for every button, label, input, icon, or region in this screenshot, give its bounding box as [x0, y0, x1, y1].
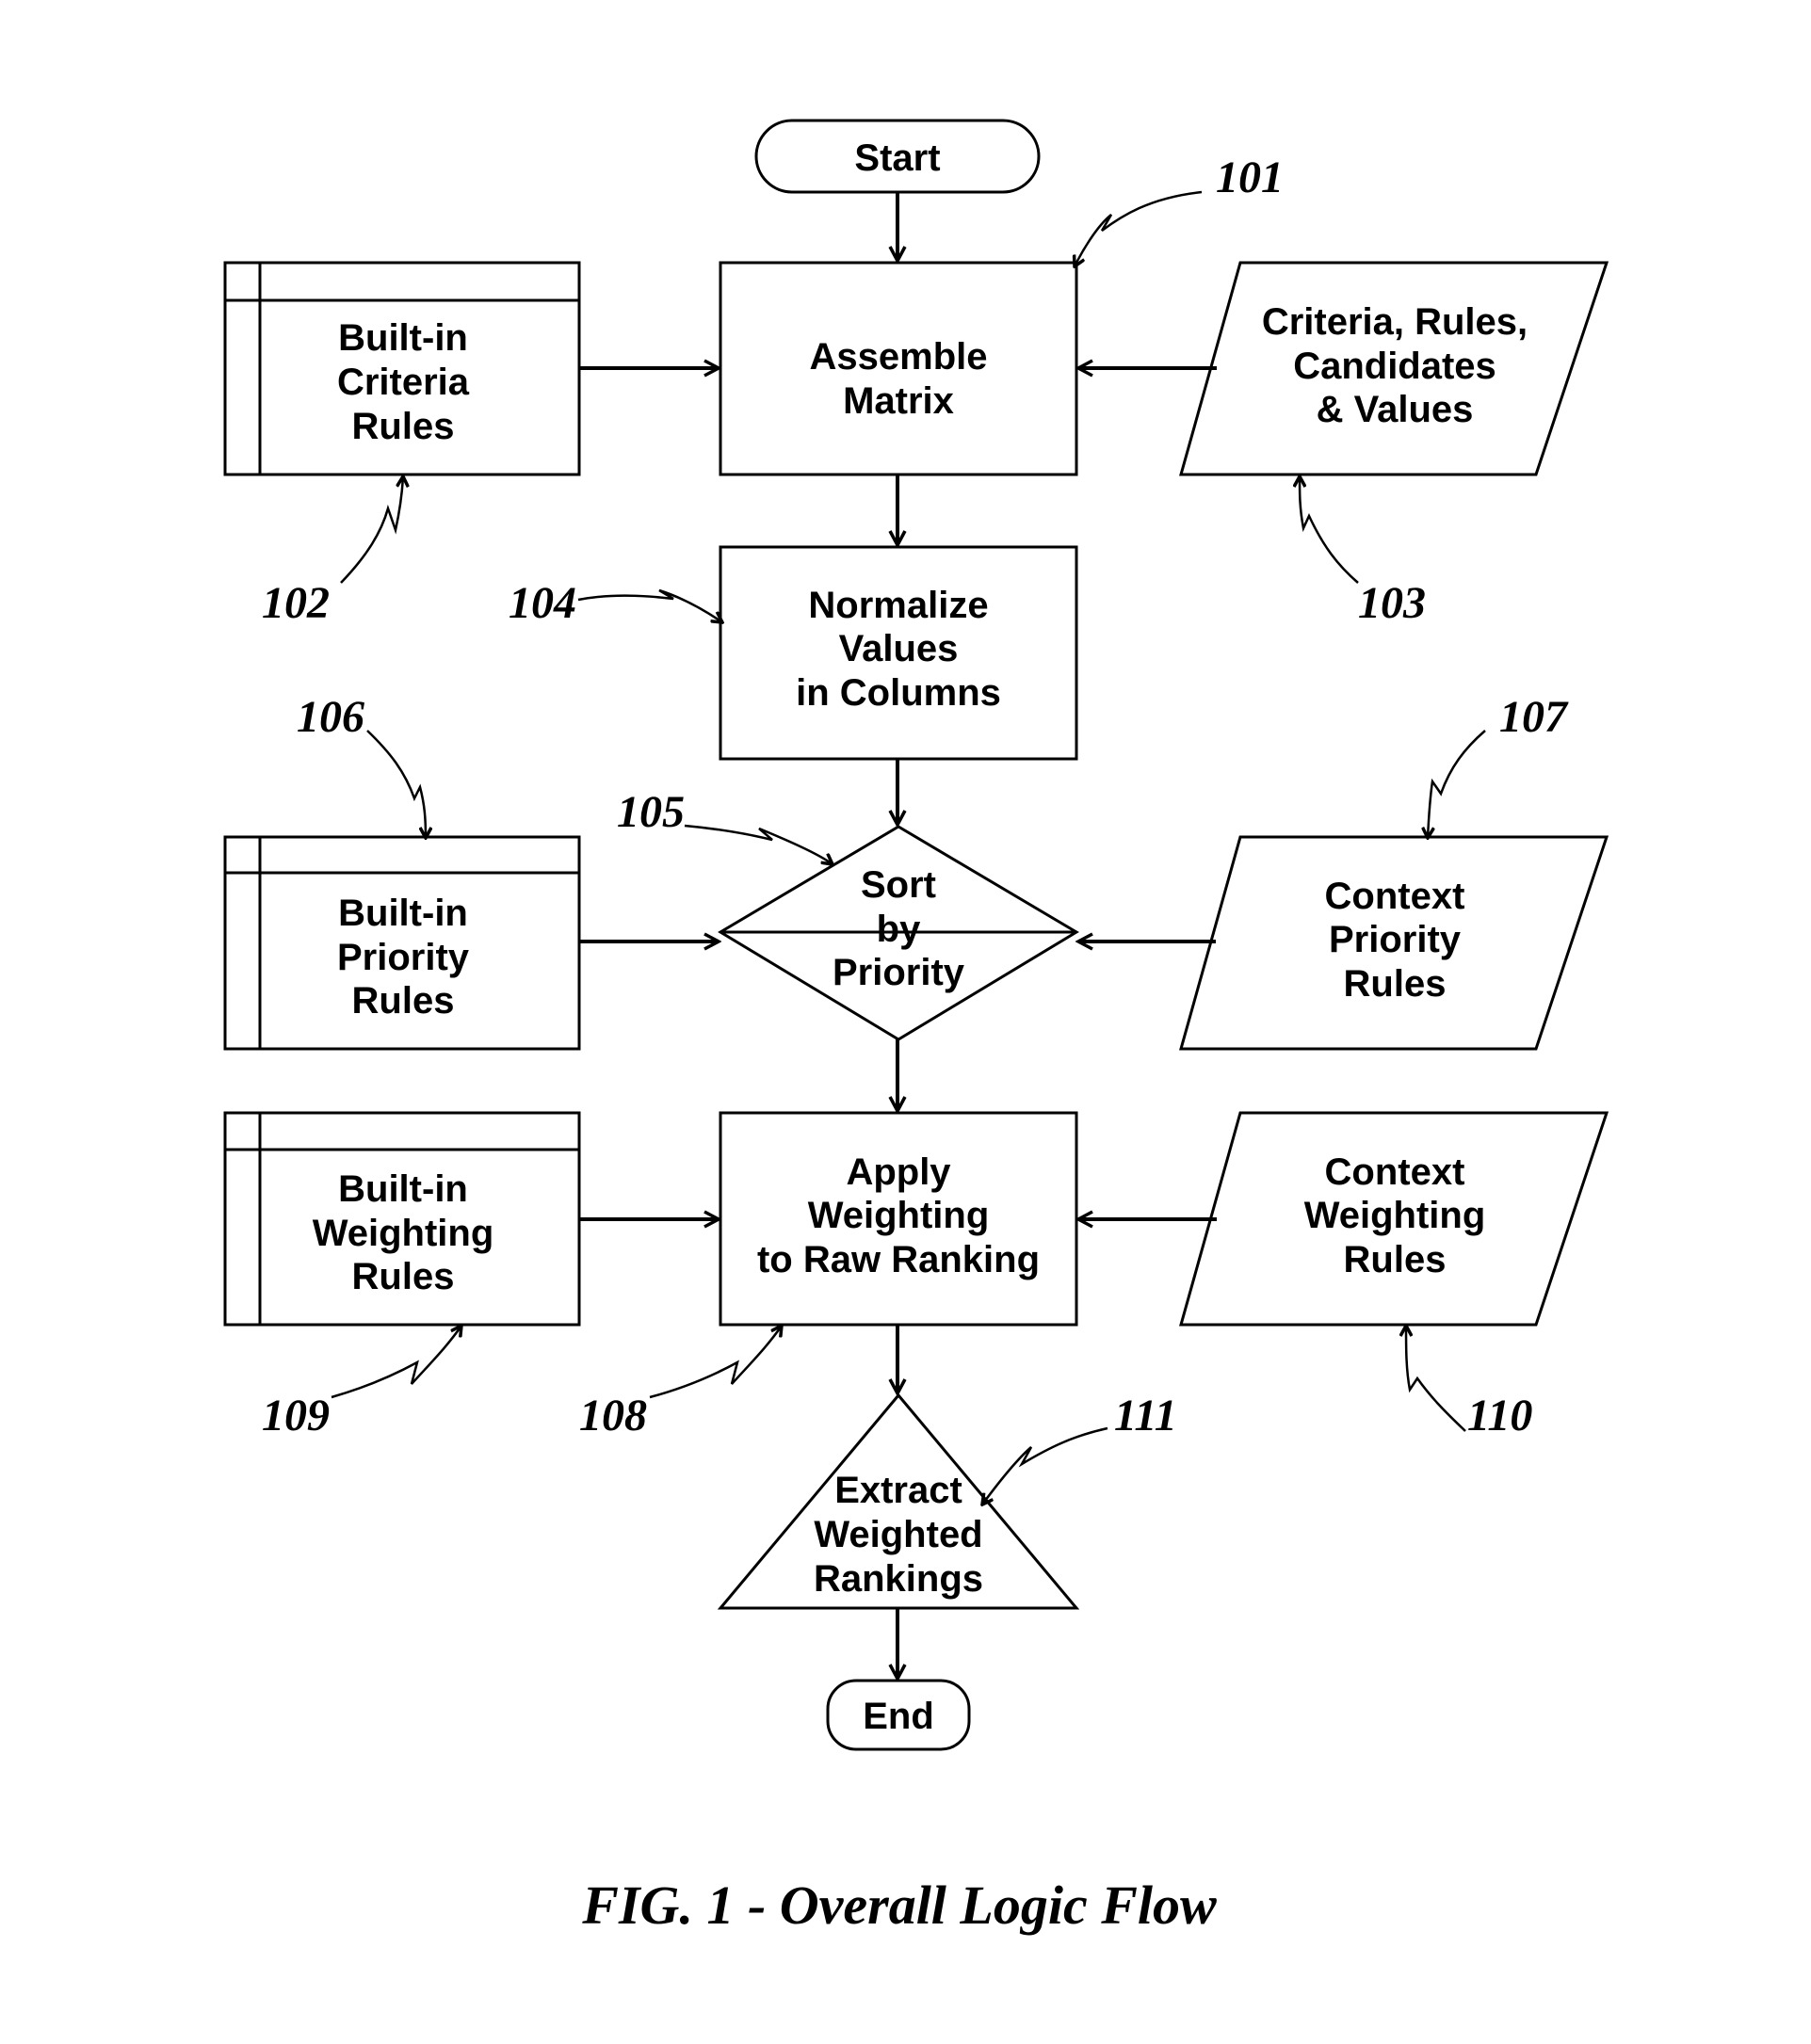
figure-caption: FIG. 1 - Overall Logic Flow: [581, 1875, 1217, 1936]
assemble-matrix-label-line2: Matrix: [843, 380, 954, 422]
builtin-priority-label-line1: Built-in: [338, 893, 468, 934]
builtin-weighting-label-line2: Weighting: [313, 1213, 494, 1254]
apply-weighting-label-line1: Apply: [846, 1151, 951, 1193]
apply-weighting-process: Apply Weighting to Raw Ranking: [719, 1111, 1078, 1327]
criteria-input-data: Criteria, Rules, Candidates & Values: [1179, 261, 1609, 476]
builtin-weighting-label-line3: Rules: [352, 1256, 455, 1297]
leader-108: [649, 1326, 782, 1399]
builtin-criteria-label-line2: Criteria: [337, 362, 470, 403]
extract-label-line3: Rankings: [814, 1558, 983, 1600]
context-weighting-label-line2: Weighting: [1304, 1195, 1486, 1236]
ref-108: 108: [579, 1391, 647, 1440]
sort-by-priority-node: Sort by Priority: [718, 825, 1079, 1041]
assemble-matrix-label-line1: Assemble: [810, 336, 988, 378]
normalize-values-process: Normalize Values in Columns: [719, 545, 1078, 761]
leader-107: [1428, 730, 1486, 838]
criteria-input-label-line3: & Values: [1317, 389, 1474, 430]
builtin-weighting-label-line1: Built-in: [338, 1168, 468, 1210]
criteria-input-label-line2: Candidates: [1293, 346, 1496, 387]
apply-weighting-label-line2: Weighting: [808, 1195, 990, 1236]
builtin-criteria-rules-storage: Built-in Criteria Rules: [223, 261, 581, 476]
leader-109: [331, 1326, 461, 1399]
start-terminator: Start: [754, 119, 1041, 194]
context-weighting-rules-data: Context Weighting Rules: [1179, 1111, 1609, 1327]
context-priority-rules-data: Context Priority Rules: [1179, 835, 1609, 1051]
start-label: Start: [854, 137, 940, 179]
end-label: End: [863, 1696, 934, 1737]
normalize-label-line1: Normalize: [808, 585, 988, 626]
ref-105: 105: [617, 787, 685, 837]
sort-label-line2: by: [877, 909, 921, 950]
ref-107: 107: [1499, 692, 1569, 742]
builtin-priority-label-line2: Priority: [337, 937, 470, 978]
criteria-input-label-line1: Criteria, Rules,: [1262, 301, 1528, 343]
ref-102: 102: [262, 578, 330, 628]
ref-111: 111: [1114, 1391, 1177, 1440]
leader-105: [684, 824, 833, 864]
normalize-label-line2: Values: [839, 628, 959, 669]
leader-101: [1075, 190, 1203, 266]
leader-104: [577, 588, 722, 622]
context-priority-label-line1: Context: [1325, 876, 1465, 917]
ref-110: 110: [1467, 1391, 1532, 1440]
flowchart: Start Assemble Matrix Built-in Criteria …: [223, 119, 1609, 1936]
leader-102: [340, 476, 403, 584]
builtin-weighting-rules-storage: Built-in Weighting Rules: [223, 1111, 581, 1327]
ref-109: 109: [262, 1391, 330, 1440]
builtin-priority-rules-storage: Built-in Priority Rules: [223, 835, 581, 1051]
builtin-criteria-label-line1: Built-in: [338, 317, 468, 359]
sort-label-line1: Sort: [861, 864, 936, 906]
context-priority-label-line3: Rules: [1344, 963, 1447, 1005]
normalize-label-line3: in Columns: [796, 672, 1001, 714]
builtin-priority-label-line3: Rules: [352, 980, 455, 1022]
end-terminator: End: [826, 1679, 971, 1751]
leader-103: [1300, 476, 1359, 584]
builtin-criteria-label-line3: Rules: [352, 406, 455, 447]
ref-103: 103: [1358, 578, 1426, 628]
leader-111: [982, 1426, 1108, 1505]
context-priority-label-line2: Priority: [1329, 919, 1462, 960]
assemble-matrix-process: Assemble Matrix: [719, 261, 1078, 476]
leader-110: [1406, 1326, 1466, 1432]
ref-104: 104: [509, 578, 576, 628]
ref-101: 101: [1216, 153, 1284, 202]
context-weighting-label-line3: Rules: [1344, 1239, 1447, 1280]
extract-rankings-node: Extract Weighted Rankings: [717, 1392, 1080, 1610]
leader-106: [366, 730, 426, 838]
extract-label-line1: Extract: [834, 1470, 962, 1511]
sort-label-line3: Priority: [833, 952, 965, 993]
extract-label-line2: Weighted: [814, 1514, 982, 1555]
ref-106: 106: [297, 692, 364, 742]
apply-weighting-label-line3: to Raw Ranking: [757, 1239, 1040, 1280]
context-weighting-label-line1: Context: [1325, 1151, 1465, 1193]
